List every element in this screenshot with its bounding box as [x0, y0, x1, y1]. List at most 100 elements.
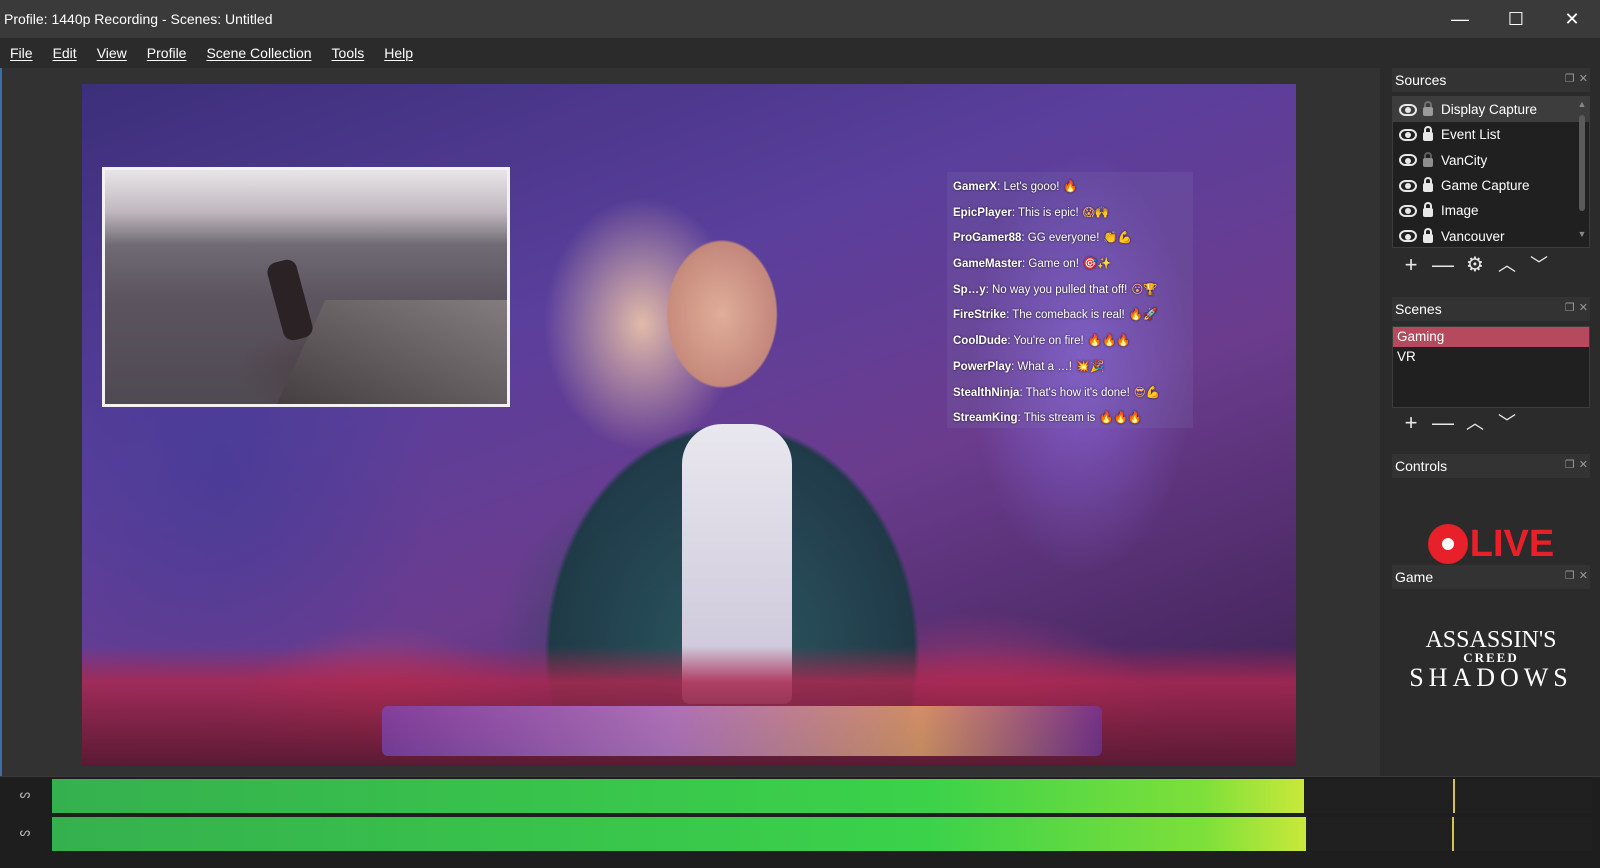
move-scene-down-button[interactable]: ﹀	[1496, 412, 1518, 434]
record-dot-icon	[1427, 524, 1468, 564]
visibility-eye-icon[interactable]	[1399, 204, 1417, 217]
scenes-title: Scenes	[1395, 301, 1442, 317]
close-panel-icon[interactable]: ✕	[1579, 72, 1588, 85]
lock-icon[interactable]	[1423, 177, 1433, 193]
game-character	[265, 257, 315, 343]
chat-emoji: 😮🏆	[1131, 283, 1158, 296]
menu-view[interactable]: View	[97, 45, 127, 61]
close-panel-icon[interactable]: ✕	[1579, 569, 1588, 582]
maximize-button[interactable]: ☐	[1488, 0, 1544, 38]
chat-emoji: 👏💪	[1103, 232, 1133, 245]
visibility-eye-icon[interactable]	[1399, 128, 1417, 141]
lock-icon[interactable]	[1423, 227, 1433, 243]
remove-source-button[interactable]: —	[1432, 254, 1454, 276]
volume-meter[interactable]	[52, 779, 1592, 813]
menu-file[interactable]: File	[10, 45, 33, 61]
move-source-down-button[interactable]: ﹀	[1528, 254, 1550, 276]
chat-text: : This is epic!	[1011, 206, 1079, 219]
source-item[interactable]: Display Capture	[1393, 97, 1589, 123]
chat-message: EpicPlayer: This is epic! 😱🙌	[953, 201, 1187, 227]
chat-overlay: GamerX: Let's gooo! 🔥 EpicPlayer: This is …	[947, 172, 1193, 428]
chat-message: Sp…y: No way you pulled that off! 😮🏆	[953, 278, 1187, 304]
undock-icon[interactable]: ❐	[1565, 72, 1575, 85]
audio-mixer: ᔕᔕ	[0, 776, 1600, 868]
sources-header: Sources ❐ ✕	[1392, 68, 1590, 92]
source-item[interactable]: Event List	[1393, 122, 1589, 147]
source-settings-button[interactable]: ⚙	[1464, 254, 1486, 276]
chat-text: : No way you pulled that off!	[985, 283, 1128, 296]
chat-message: GamerX: Let's gooo! 🔥	[953, 175, 1187, 201]
undock-icon[interactable]: ❐	[1565, 458, 1575, 471]
peak-indicator	[1451, 817, 1454, 851]
scenes-header: Scenes ❐ ✕	[1392, 297, 1590, 321]
visibility-eye-icon[interactable]	[1399, 154, 1417, 167]
chat-emoji: 🎯✨	[1082, 258, 1112, 271]
sources-scrollbar[interactable]: ▲ ▼	[1577, 99, 1587, 241]
speaker-icon[interactable]: ᔕ	[12, 825, 38, 841]
volume-level	[52, 779, 1305, 813]
undock-icon[interactable]: ❐	[1565, 569, 1575, 582]
chat-emoji: 🔥🔥🔥	[1087, 335, 1131, 348]
chat-message: FireStrike: The comeback is real! 🔥🚀	[953, 303, 1187, 329]
menu-profile[interactable]: Profile	[147, 45, 187, 61]
window-controls: — ☐ ✕	[1432, 0, 1600, 38]
source-item[interactable]: Vancouver	[1393, 223, 1589, 248]
speaker-icon[interactable]: ᔕ	[12, 787, 38, 803]
source-item[interactable]: Game Capture	[1393, 173, 1589, 198]
menu-help[interactable]: Help	[384, 45, 413, 61]
add-scene-button[interactable]: +	[1400, 412, 1422, 434]
controls-title: Controls	[1395, 458, 1448, 474]
scroll-up-icon[interactable]: ▲	[1577, 99, 1587, 109]
live-label: LIVE	[1469, 522, 1555, 565]
remove-scene-button[interactable]: —	[1432, 412, 1454, 434]
preview-area: GamerX: Let's gooo! 🔥 EpicPlayer: This is …	[0, 68, 1380, 776]
lock-icon[interactable]	[1423, 202, 1433, 218]
window-title: Profile: 1440p Recording - Scenes: Untit…	[4, 11, 273, 27]
game-title: Game	[1395, 569, 1434, 585]
preview-canvas[interactable]: GamerX: Let's gooo! 🔥 EpicPlayer: This is …	[82, 84, 1296, 766]
peak-indicator	[1453, 779, 1456, 813]
scroll-thumb[interactable]	[1579, 115, 1585, 211]
visibility-eye-icon[interactable]	[1399, 103, 1417, 116]
chat-text: : This stream is	[1017, 412, 1096, 425]
lock-icon[interactable]	[1423, 101, 1433, 117]
move-scene-up-button[interactable]: ︿	[1464, 412, 1486, 434]
scene-item[interactable]: VR	[1393, 347, 1589, 367]
scroll-down-icon[interactable]: ▼	[1577, 229, 1587, 239]
game-logo: ASSASSIN'S CREED SHADOWS	[1392, 628, 1590, 708]
scene-item[interactable]: Gaming	[1393, 327, 1589, 347]
chat-username: CoolDude	[953, 335, 1008, 348]
chat-message: ProGamer88: GG everyone! 👏💪	[953, 226, 1187, 252]
chat-text: : The comeback is real!	[1006, 309, 1125, 322]
source-item[interactable]: VanCity	[1393, 148, 1589, 173]
move-source-up-button[interactable]: ︿	[1496, 254, 1518, 276]
source-label: Vancouver	[1441, 228, 1505, 244]
chat-emoji: 🔥🚀	[1128, 309, 1158, 322]
source-item[interactable]: Image	[1393, 198, 1589, 223]
close-panel-icon[interactable]: ✕	[1579, 301, 1588, 314]
close-panel-icon[interactable]: ✕	[1579, 458, 1588, 471]
chat-text: : Let's gooo!	[997, 181, 1060, 193]
chat-text: : Game on!	[1022, 258, 1079, 271]
sources-list[interactable]: Display Capture Event List VanCity Game Cap…	[1392, 96, 1590, 248]
undock-icon[interactable]: ❐	[1565, 301, 1575, 314]
menu-tools[interactable]: Tools	[332, 45, 365, 61]
source-label: Display Capture	[1441, 102, 1538, 118]
menu-scene-collection[interactable]: Scene Collection	[206, 45, 311, 61]
minimize-button[interactable]: —	[1432, 0, 1488, 38]
chat-emoji: 🔥🔥🔥	[1099, 412, 1143, 425]
chat-username: PowerPlay	[953, 360, 1012, 373]
game-header: Game ❐ ✕	[1392, 565, 1590, 589]
visibility-eye-icon[interactable]	[1399, 230, 1417, 243]
volume-meter[interactable]	[52, 817, 1592, 851]
close-button[interactable]: ✕	[1544, 0, 1600, 38]
game-capture-inset[interactable]	[102, 167, 510, 407]
chat-username: FireStrike	[953, 309, 1007, 322]
visibility-eye-icon[interactable]	[1399, 179, 1417, 192]
right-dock: Sources ❐ ✕ Display Capture Event List VanC…	[1380, 68, 1600, 776]
lock-icon[interactable]	[1423, 151, 1433, 167]
menu-edit[interactable]: Edit	[53, 45, 77, 61]
lock-icon[interactable]	[1423, 126, 1433, 142]
add-source-button[interactable]: +	[1400, 254, 1422, 276]
scenes-list[interactable]: Gaming VR	[1392, 326, 1590, 408]
